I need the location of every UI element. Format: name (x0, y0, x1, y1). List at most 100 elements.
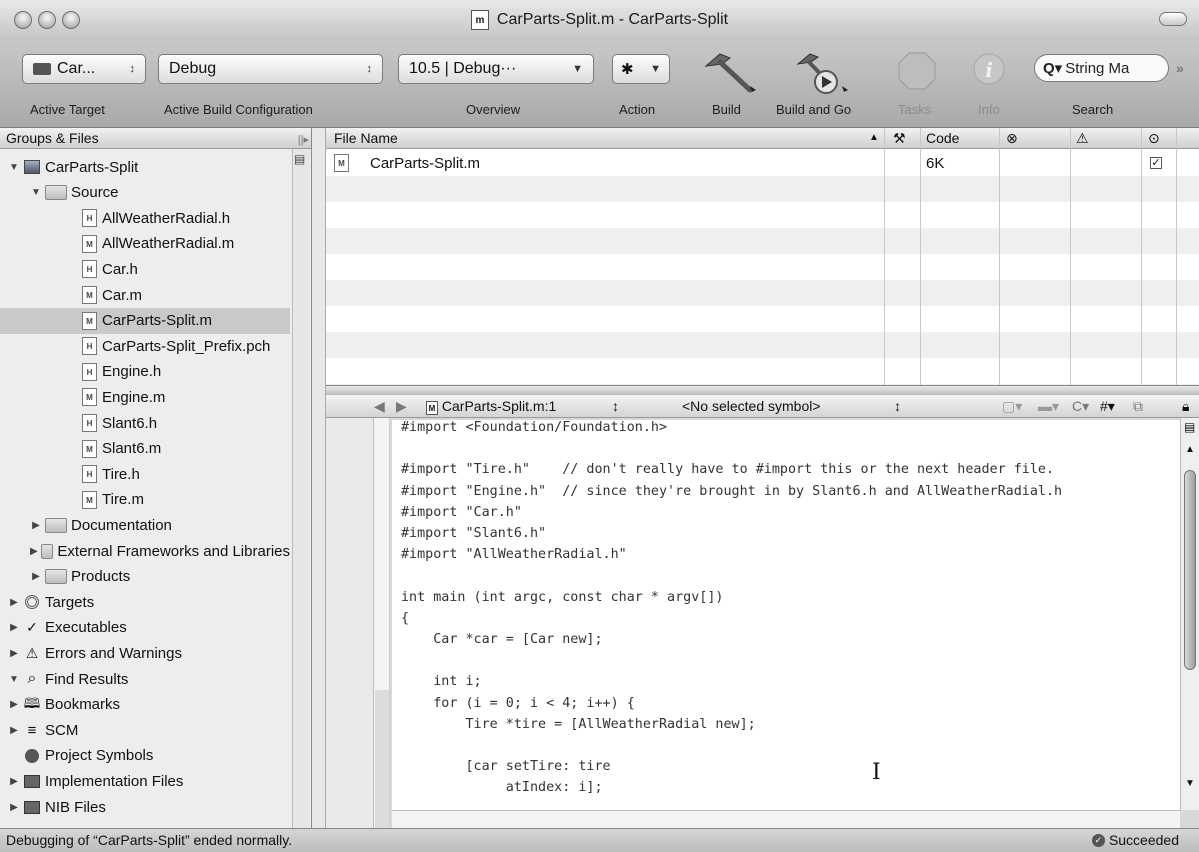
counterpart-icon[interactable]: ⧉ (1133, 398, 1143, 415)
disclosure-triangle-icon[interactable]: ▶ (8, 802, 20, 813)
disclosure-triangle-icon[interactable]: ▼ (8, 674, 20, 685)
disclosure-triangle-icon[interactable]: ▼ (30, 187, 42, 198)
disclosure-triangle-icon[interactable]: ▶ (8, 597, 20, 608)
sidebar-item[interactable]: ▼ ⌕ Find Results (0, 666, 290, 692)
sidebar-item[interactable]: Project Symbols (0, 743, 290, 769)
sidebar-item[interactable]: H Tire.h (0, 461, 290, 487)
sidebar-item[interactable]: M Tire.m (0, 487, 290, 513)
table-row[interactable] (326, 176, 1199, 202)
errors-column-icon[interactable]: ⊗ (1006, 128, 1018, 148)
table-row[interactable] (326, 332, 1199, 358)
disclosure-triangle-icon[interactable]: ▶ (30, 520, 42, 531)
sidebar-item[interactable]: ▶ ✓ Executables (0, 615, 290, 641)
close-window-button[interactable] (14, 11, 32, 29)
split-view-icon[interactable]: ||▸ (298, 130, 309, 150)
action-menu-button[interactable]: ✱ ▼ (612, 54, 670, 84)
table-row[interactable] (326, 228, 1199, 254)
target-checkbox[interactable]: ✓ (1150, 157, 1162, 169)
build-and-go-icon[interactable] (790, 48, 852, 96)
sidebar-item[interactable]: M Slant6.m (0, 436, 290, 462)
disclosure-triangle-icon[interactable]: ▶ (8, 776, 20, 787)
toolbar-overflow-icon[interactable]: » (1176, 60, 1184, 76)
detail-view-icon[interactable]: ▤ (294, 152, 305, 166)
info-icon[interactable]: i (972, 52, 1006, 86)
disclosure-triangle-icon[interactable]: ▼ (8, 162, 20, 173)
sidebar-item[interactable]: ▶ ⚠ Errors and Warnings (0, 640, 290, 666)
code-line: #import "Slant6.h" (401, 526, 547, 541)
bookmarks-menu-icon[interactable]: ▢▾ (1002, 398, 1022, 415)
overview-popup[interactable]: 10.5 | Debug··· ▼ (398, 54, 594, 84)
active-configuration-popup[interactable]: Debug ↕ (158, 54, 383, 84)
sidebar-item[interactable]: ▶ Implementation Files (0, 768, 290, 794)
sidebar-item[interactable]: ▶ ≡ SCM (0, 717, 290, 743)
disclosure-triangle-icon[interactable]: ▶ (30, 571, 42, 582)
sidebar-item[interactable]: M CarParts-Split.m (0, 307, 290, 334)
disclosure-triangle-icon[interactable]: ▶ (8, 648, 20, 659)
line-gutter[interactable] (326, 418, 374, 828)
toolbar-toggle-button[interactable] (1159, 12, 1187, 26)
scroll-up-arrow-icon[interactable]: ▲ (1185, 444, 1195, 455)
sidebar-item[interactable]: M AllWeatherRadial.m (0, 231, 290, 257)
table-row[interactable] (326, 358, 1199, 384)
code-line: int main (int argc, const char * argv[]) (401, 589, 724, 605)
sidebar-item[interactable]: ▶ Products (0, 564, 290, 590)
search-placeholder: String Ma (1065, 59, 1130, 77)
build-result[interactable]: ✓ Succeeded (1091, 829, 1179, 852)
sidebar-item[interactable]: H Slant6.h (0, 410, 290, 436)
editor-splitter[interactable] (326, 385, 1199, 395)
file-history-popup[interactable]: M CarParts-Split.m:1 (426, 398, 556, 415)
editor-horizontal-scrollbar[interactable] (392, 810, 1180, 828)
stop-tasks-icon[interactable] (898, 52, 936, 90)
table-row[interactable] (326, 254, 1199, 280)
sidebar-item[interactable]: ▶ External Frameworks and Libraries (0, 538, 290, 564)
included-files-menu-icon[interactable]: #▾ (1100, 398, 1115, 415)
sidebar-item[interactable]: H CarParts-Split_Prefix.pch (0, 333, 290, 359)
sidebar-item[interactable]: ▼ CarParts-Split (0, 154, 290, 180)
search-field[interactable]: Q▾ String Ma (1034, 54, 1169, 82)
disclosure-triangle-icon[interactable]: ▶ (8, 725, 20, 736)
disclosure-triangle-icon[interactable]: ▶ (30, 546, 38, 557)
m-file-icon: M (426, 401, 438, 415)
disclosure-triangle-icon[interactable]: ▶ (8, 699, 20, 710)
editor-vertical-scrollbar[interactable]: ▤ ▲ ▼ (1180, 418, 1199, 810)
minimize-window-button[interactable] (38, 11, 56, 29)
column-code[interactable]: Code (926, 128, 959, 148)
sidebar-item[interactable]: H Engine.h (0, 359, 290, 385)
code-editor[interactable]: #import <Foundation/Foundation.h> #import… (392, 420, 1180, 810)
sidebar-item[interactable]: ▶ 🕮︎ Bookmarks (0, 692, 290, 718)
forward-arrow-icon[interactable]: ▶ (396, 398, 407, 415)
sidebar-item[interactable]: H Car.h (0, 256, 290, 282)
breakpoints-menu-icon[interactable]: ▬▾ (1038, 398, 1059, 415)
table-row[interactable]: M CarParts-Split.m 6K ✓ (326, 150, 1199, 176)
sidebar-scrollbar[interactable] (292, 149, 310, 829)
target-membership-column-icon[interactable]: ⊙ (1148, 128, 1160, 148)
table-row[interactable] (326, 202, 1199, 228)
scroll-thumb[interactable] (1184, 470, 1196, 670)
back-arrow-icon[interactable]: ◀ (374, 398, 385, 415)
build-hammer-icon[interactable] (700, 48, 758, 96)
build-column-hammer-icon[interactable]: ⚒ (893, 128, 906, 148)
magnifier-icon: ⌕ (27, 670, 37, 687)
lock-icon[interactable]: 🔒︎ (1182, 398, 1189, 415)
symbol-popup[interactable]: <No selected symbol> (682, 398, 821, 414)
table-row[interactable] (326, 306, 1199, 332)
sidebar-item[interactable]: M Car.m (0, 282, 290, 308)
class-hierarchy-menu-icon[interactable]: C▾ (1072, 398, 1089, 415)
table-row[interactable] (326, 280, 1199, 306)
column-divider (1070, 128, 1071, 385)
disclosure-triangle-icon[interactable]: ▶ (8, 622, 20, 633)
scroll-down-arrow-icon[interactable]: ▼ (1185, 778, 1195, 789)
sidebar-item[interactable]: H AllWeatherRadial.h (0, 205, 290, 231)
column-file-name[interactable]: File Name (334, 128, 398, 148)
active-target-popup[interactable]: Car... ↕ (22, 54, 146, 84)
zoom-window-button[interactable] (62, 11, 80, 29)
warnings-column-icon[interactable]: ⚠ (1076, 128, 1089, 148)
sidebar-item[interactable]: ▼ Source (0, 180, 290, 206)
sidebar-item[interactable]: M Engine.m (0, 384, 290, 410)
smart-group-icon (23, 772, 41, 790)
sidebar-resize-gutter[interactable] (312, 128, 326, 828)
sidebar-item[interactable]: ▶ NIB Files (0, 794, 290, 820)
sidebar-item[interactable]: ▶ Targets (0, 589, 290, 615)
sidebar-item[interactable]: ▶ Documentation (0, 512, 290, 538)
split-editor-icon[interactable]: ▤ (1184, 420, 1195, 434)
